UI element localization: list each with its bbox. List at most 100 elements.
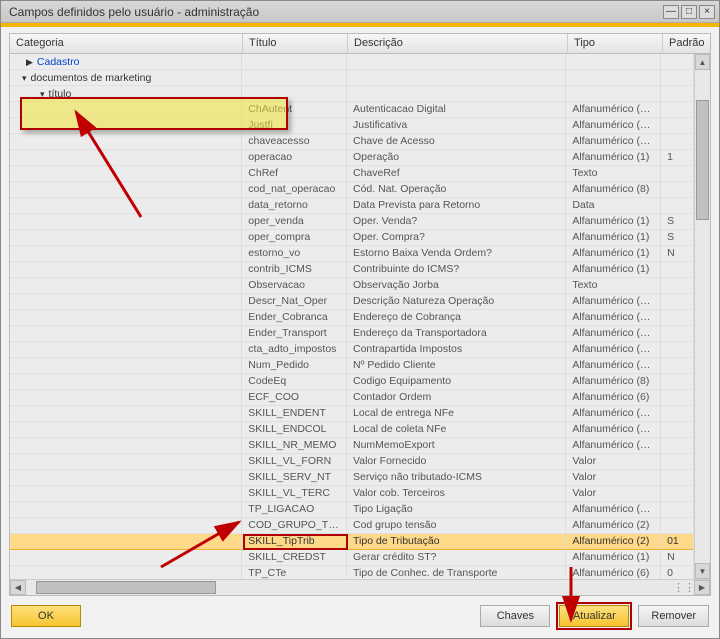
cell-categoria bbox=[10, 214, 242, 230]
scroll-track[interactable] bbox=[695, 70, 710, 563]
table-row[interactable]: contrib_ICMSContribuinte do ICMS?Alfanum… bbox=[10, 262, 694, 278]
scroll-thumb[interactable] bbox=[36, 581, 216, 594]
chaves-button[interactable]: Chaves bbox=[480, 605, 550, 627]
grid: Categoria Título Descrição Tipo Padrão ▶… bbox=[9, 33, 711, 596]
cell-categoria bbox=[10, 438, 242, 454]
cell-categoria bbox=[10, 406, 242, 422]
cell-descricao: Codigo Equipamento bbox=[347, 374, 566, 390]
table-row[interactable]: SKILL_CREDSTGerar crédito ST?Alfanuméric… bbox=[10, 550, 694, 566]
cell-padrao: 1 bbox=[661, 150, 694, 166]
col-categoria[interactable]: Categoria bbox=[10, 34, 243, 53]
col-tipo[interactable]: Tipo bbox=[568, 34, 663, 53]
col-titulo[interactable]: Título bbox=[243, 34, 348, 53]
table-row[interactable]: TP_LIGACAOTipo LigaçãoAlfanumérico (10) bbox=[10, 502, 694, 518]
table-row[interactable]: SKILL_VL_FORNValor FornecidoValor bbox=[10, 454, 694, 470]
remover-button[interactable]: Remover bbox=[638, 605, 709, 627]
scroll-up-icon[interactable]: ▲ bbox=[695, 54, 710, 70]
table-row[interactable]: COD_GRUPO_TENSAOCod grupo tensãoAlfanumé… bbox=[10, 518, 694, 534]
table-row[interactable]: TP_CTeTipo de Conhec. de TransporteAlfan… bbox=[10, 566, 694, 579]
table-row[interactable]: SKILL_ENDCOLLocal de coleta NFeAlfanumér… bbox=[10, 422, 694, 438]
cell-tipo: Alfanumérico (10) bbox=[566, 502, 661, 518]
tree-row-documentos[interactable]: ▾documentos de marketing bbox=[10, 70, 694, 86]
titlebar[interactable]: Campos definidos pelo usuário - administ… bbox=[1, 1, 719, 23]
table-row[interactable]: ECF_COOContador OrdemAlfanumérico (6) bbox=[10, 390, 694, 406]
cell-categoria bbox=[10, 454, 242, 470]
col-descricao[interactable]: Descrição bbox=[348, 34, 568, 53]
scroll-right-icon[interactable]: ▶ bbox=[694, 580, 710, 595]
table-row[interactable]: oper_vendaOper. Venda?Alfanumérico (1)S bbox=[10, 214, 694, 230]
cell-titulo: Descr_Nat_Oper bbox=[242, 294, 347, 310]
cell-padrao bbox=[661, 374, 694, 390]
grid-body: ▶Cadastro ▾documentos de marketing ▾títu… bbox=[10, 54, 710, 595]
cell-titulo: TP_LIGACAO bbox=[242, 502, 347, 518]
cell-categoria bbox=[10, 342, 242, 358]
ok-button[interactable]: OK bbox=[11, 605, 81, 627]
cell-padrao bbox=[661, 294, 694, 310]
tree-row-cadastro[interactable]: ▶Cadastro bbox=[10, 54, 694, 70]
cell-titulo: CodeEq bbox=[242, 374, 347, 390]
cell-titulo: oper_compra bbox=[242, 230, 347, 246]
tree-label: documentos de marketing bbox=[31, 72, 152, 84]
horizontal-scrollbar[interactable]: ◀ ⋮⋮ ▶ bbox=[10, 579, 710, 595]
cell-tipo: Alfanumérico (100) bbox=[566, 422, 661, 438]
scroll-thumb[interactable] bbox=[696, 100, 709, 220]
vertical-scrollbar[interactable]: ▲ ▼ bbox=[694, 54, 710, 579]
scroll-left-icon[interactable]: ◀ bbox=[10, 580, 26, 595]
cell-descricao: Estorno Baixa Venda Ordem? bbox=[347, 246, 566, 262]
table-row[interactable]: SKILL_TipTribTipo de TributaçãoAlfanumér… bbox=[10, 534, 694, 550]
table-row[interactable]: cod_nat_operacaoCód. Nat. OperaçãoAlfanu… bbox=[10, 182, 694, 198]
table-row[interactable]: SKILL_SERV_NTServiço não tributado-ICMSV… bbox=[10, 470, 694, 486]
table-row[interactable]: cta_adto_impostosContrapartida ImpostosA… bbox=[10, 342, 694, 358]
close-icon[interactable]: × bbox=[699, 5, 715, 19]
cell-categoria bbox=[10, 326, 242, 342]
cell-descricao: Local de coleta NFe bbox=[347, 422, 566, 438]
maximize-icon[interactable]: □ bbox=[681, 5, 697, 19]
table-row[interactable]: ObservacaoObservação JorbaTexto bbox=[10, 278, 694, 294]
table-row[interactable]: SKILL_NR_MEMONumMemoExportAlfanumérico (… bbox=[10, 438, 694, 454]
table-row[interactable]: JustfiJustificativaAlfanumérico (254) bbox=[10, 118, 694, 134]
cell-padrao bbox=[661, 486, 694, 502]
scroll-track[interactable] bbox=[26, 580, 674, 595]
cell-titulo: ChRef bbox=[242, 166, 347, 182]
cell-descricao: Gerar crédito ST? bbox=[347, 550, 566, 566]
table-row[interactable]: Ender_CobrancaEndereço de CobrançaAlfanu… bbox=[10, 310, 694, 326]
cell-categoria bbox=[10, 262, 242, 278]
cell-categoria bbox=[10, 390, 242, 406]
table-row[interactable]: estorno_voEstorno Baixa Venda Ordem?Alfa… bbox=[10, 246, 694, 262]
minimize-icon[interactable]: — bbox=[663, 5, 679, 19]
cell-categoria bbox=[10, 486, 242, 502]
col-padrao[interactable]: Padrão bbox=[663, 34, 696, 53]
tree-row-titulo[interactable]: ▾título bbox=[10, 86, 694, 102]
cell-padrao bbox=[661, 182, 694, 198]
table-row[interactable]: SKILL_VL_TERCValor cob. TerceirosValor bbox=[10, 486, 694, 502]
cell-descricao: Serviço não tributado-ICMS bbox=[347, 470, 566, 486]
cell-tipo: Alfanumérico (40) bbox=[566, 102, 661, 118]
table-row[interactable]: CodeEqCodigo EquipamentoAlfanumérico (8) bbox=[10, 374, 694, 390]
cell-tipo: Alfanumérico (1) bbox=[566, 214, 661, 230]
udf-admin-window: Campos definidos pelo usuário - administ… bbox=[0, 0, 720, 639]
atualizar-button[interactable]: Atualizar bbox=[559, 605, 629, 627]
cell-titulo: TP_CTe bbox=[242, 566, 347, 579]
cell-titulo: SKILL_VL_TERC bbox=[242, 486, 347, 502]
table-row[interactable]: ChAutentAutenticacao DigitalAlfanumérico… bbox=[10, 102, 694, 118]
table-row[interactable]: operacaoOperaçãoAlfanumérico (1)1 bbox=[10, 150, 694, 166]
grid-header: Categoria Título Descrição Tipo Padrão bbox=[10, 34, 710, 54]
cell-padrao bbox=[661, 326, 694, 342]
cell-descricao: Contribuinte do ICMS? bbox=[347, 262, 566, 278]
scroll-down-icon[interactable]: ▼ bbox=[695, 563, 710, 579]
table-row[interactable]: chaveacessoChave de AcessoAlfanumérico (… bbox=[10, 134, 694, 150]
cell-categoria bbox=[10, 566, 242, 579]
table-row[interactable]: ChRefChaveRefTexto bbox=[10, 166, 694, 182]
cell-categoria bbox=[10, 294, 242, 310]
cell-tipo: Alfanumérico (1) bbox=[566, 150, 661, 166]
table-row[interactable]: oper_compraOper. Compra?Alfanumérico (1)… bbox=[10, 230, 694, 246]
table-row[interactable]: data_retornoData Prevista para RetornoDa… bbox=[10, 198, 694, 214]
cell-padrao bbox=[661, 358, 694, 374]
table-row[interactable]: Descr_Nat_OperDescrição Natureza Operaçã… bbox=[10, 294, 694, 310]
table-row[interactable]: SKILL_ENDENTLocal de entrega NFeAlfanumé… bbox=[10, 406, 694, 422]
cell-tipo: Alfanumérico (100) bbox=[566, 326, 661, 342]
table-row[interactable]: Num_PedidoNº Pedido ClienteAlfanumérico … bbox=[10, 358, 694, 374]
cell-tipo: Alfanumérico (1) bbox=[566, 246, 661, 262]
table-row[interactable]: Ender_TransportEndereço da Transportador… bbox=[10, 326, 694, 342]
cell-tipo: Alfanumérico (254) bbox=[566, 118, 661, 134]
